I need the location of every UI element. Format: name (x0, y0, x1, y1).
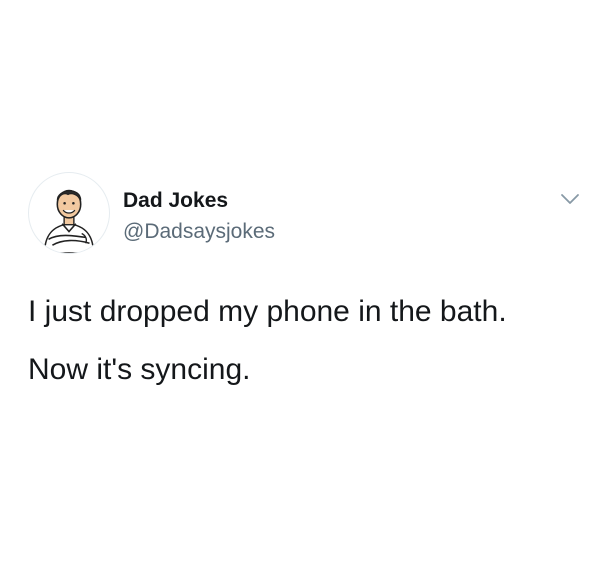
tweet-line: Now it's syncing. (28, 353, 251, 386)
tweet-line: I just dropped my phone in the bath. (28, 295, 507, 328)
chevron-down-icon (561, 194, 579, 204)
tweet-text: I just dropped my phone in the bath. Now… (28, 294, 588, 388)
dad-cartoon-avatar-icon (29, 173, 109, 253)
display-name[interactable]: Dad Jokes (123, 188, 228, 214)
user-handle[interactable]: @Dadsaysjokes (123, 219, 275, 245)
tweet-card: Dad Jokes @Dadsaysjokes I just dropped m… (0, 0, 599, 577)
avatar[interactable] (28, 172, 110, 254)
tweet-menu-button[interactable] (560, 192, 580, 206)
